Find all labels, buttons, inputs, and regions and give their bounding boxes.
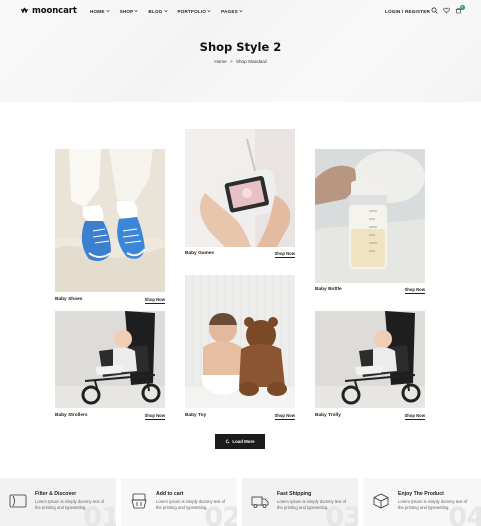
feature-title: Fast Shipping bbox=[277, 491, 312, 497]
menu-item-home[interactable]: HOME bbox=[90, 9, 110, 14]
feature-card: Enjoy The Product Lorem Ipsum is simply … bbox=[363, 478, 481, 526]
feature-number: 04 bbox=[448, 502, 481, 526]
page-title: Shop Style 2 bbox=[199, 40, 282, 54]
menu-label: HOME bbox=[90, 8, 105, 14]
top-navigation: mooncart HOME SHOP BLOG PORTFOLIO PAGES … bbox=[0, 0, 481, 24]
chevron-down-icon bbox=[105, 10, 110, 13]
product-image-baby-bottle[interactable] bbox=[315, 149, 425, 283]
login-register-link[interactable]: LOGIN / REGISTER bbox=[385, 9, 430, 14]
product-card: Baby Shoes Shop Now bbox=[55, 149, 165, 305]
menu-label: BLOG bbox=[148, 8, 163, 14]
breadcrumb-current: Shop Standard bbox=[235, 59, 267, 64]
moon-logo-icon bbox=[20, 7, 29, 15]
shop-now-link[interactable]: Shop Now bbox=[404, 413, 425, 420]
shop-now-link[interactable]: Shop Now bbox=[274, 251, 295, 258]
feature-number: 01 bbox=[83, 502, 116, 526]
product-card: Baby Bottle Shop Now bbox=[315, 149, 425, 295]
menu-label: SHOP bbox=[119, 8, 134, 14]
main-menu: HOME SHOP BLOG PORTFOLIO PAGES bbox=[90, 9, 253, 14]
feature-card: Add to cart Lorem Ipsum is simply dummy … bbox=[121, 478, 237, 526]
features-strip: Filter & Discover Lorem Ipsum is simply … bbox=[0, 478, 481, 526]
product-name[interactable]: Baby Games bbox=[185, 251, 214, 256]
box-icon bbox=[373, 493, 389, 509]
product-name[interactable]: Baby Shoes bbox=[55, 297, 82, 302]
search-icon[interactable] bbox=[431, 7, 438, 14]
brand-name: mooncart bbox=[32, 6, 77, 16]
product-image-baby-shoes[interactable] bbox=[55, 149, 165, 292]
feature-number: 02 bbox=[204, 502, 237, 526]
brand-logo[interactable]: mooncart bbox=[20, 6, 77, 16]
menu-label: PORTFOLIO bbox=[177, 8, 207, 14]
product-name[interactable]: Baby Trolly bbox=[315, 413, 341, 418]
feature-title: Filter & Discover bbox=[35, 491, 77, 497]
product-image-baby-trolly[interactable] bbox=[315, 311, 425, 408]
menu-item-pages[interactable]: PAGES bbox=[221, 9, 243, 14]
feature-card: Fast Shipping Lorem Ipsum is simply dumm… bbox=[242, 478, 358, 526]
product-image-baby-strollers[interactable] bbox=[55, 311, 165, 408]
product-image-baby-games[interactable] bbox=[185, 129, 295, 247]
basket-icon bbox=[131, 493, 147, 509]
feature-title: Enjoy The Product bbox=[398, 491, 444, 497]
product-card: Baby Games Shop Now bbox=[185, 129, 295, 261]
menu-item-blog[interactable]: BLOG bbox=[148, 8, 168, 14]
load-more-button[interactable]: Load More bbox=[215, 434, 265, 449]
cart-count-badge: 0 bbox=[460, 5, 465, 10]
feature-title: Add to cart bbox=[156, 491, 184, 497]
chevron-down-icon bbox=[163, 10, 168, 13]
load-more-label: Load More bbox=[232, 439, 255, 444]
truck-icon bbox=[251, 496, 269, 508]
chevron-down-icon bbox=[207, 10, 211, 13]
product-card: Baby Toy Shop Now bbox=[185, 275, 295, 422]
shop-now-link[interactable]: Shop Now bbox=[404, 287, 425, 294]
filter-icon bbox=[9, 494, 27, 508]
heart-icon[interactable] bbox=[443, 7, 450, 14]
breadcrumb-home-link[interactable]: Home bbox=[214, 59, 226, 64]
chevron-down-icon bbox=[239, 10, 243, 13]
product-name[interactable]: Baby Strollers bbox=[55, 413, 88, 418]
product-name[interactable]: Baby Toy bbox=[185, 413, 206, 418]
menu-item-portfolio[interactable]: PORTFOLIO bbox=[178, 9, 212, 14]
feature-card: Filter & Discover Lorem Ipsum is simply … bbox=[0, 478, 116, 526]
menu-label: PAGES bbox=[221, 8, 238, 14]
shop-now-link[interactable]: Shop Now bbox=[144, 413, 165, 420]
shop-now-link[interactable]: Shop Now bbox=[144, 297, 165, 304]
breadcrumb: Home > Shop Standard bbox=[0, 59, 481, 64]
feature-number: 03 bbox=[325, 502, 358, 526]
refresh-icon bbox=[226, 439, 230, 444]
product-card: Baby Strollers Shop Now bbox=[55, 311, 165, 422]
shop-now-link[interactable]: Shop Now bbox=[274, 413, 295, 420]
product-image-baby-toy[interactable] bbox=[185, 275, 295, 408]
product-card: Baby Trolly Shop Now bbox=[315, 311, 425, 422]
breadcrumb-separator: > bbox=[229, 59, 233, 64]
product-name[interactable]: Baby Bottle bbox=[315, 287, 342, 292]
menu-item-shop[interactable]: SHOP bbox=[120, 9, 139, 14]
chevron-down-icon bbox=[134, 10, 139, 13]
